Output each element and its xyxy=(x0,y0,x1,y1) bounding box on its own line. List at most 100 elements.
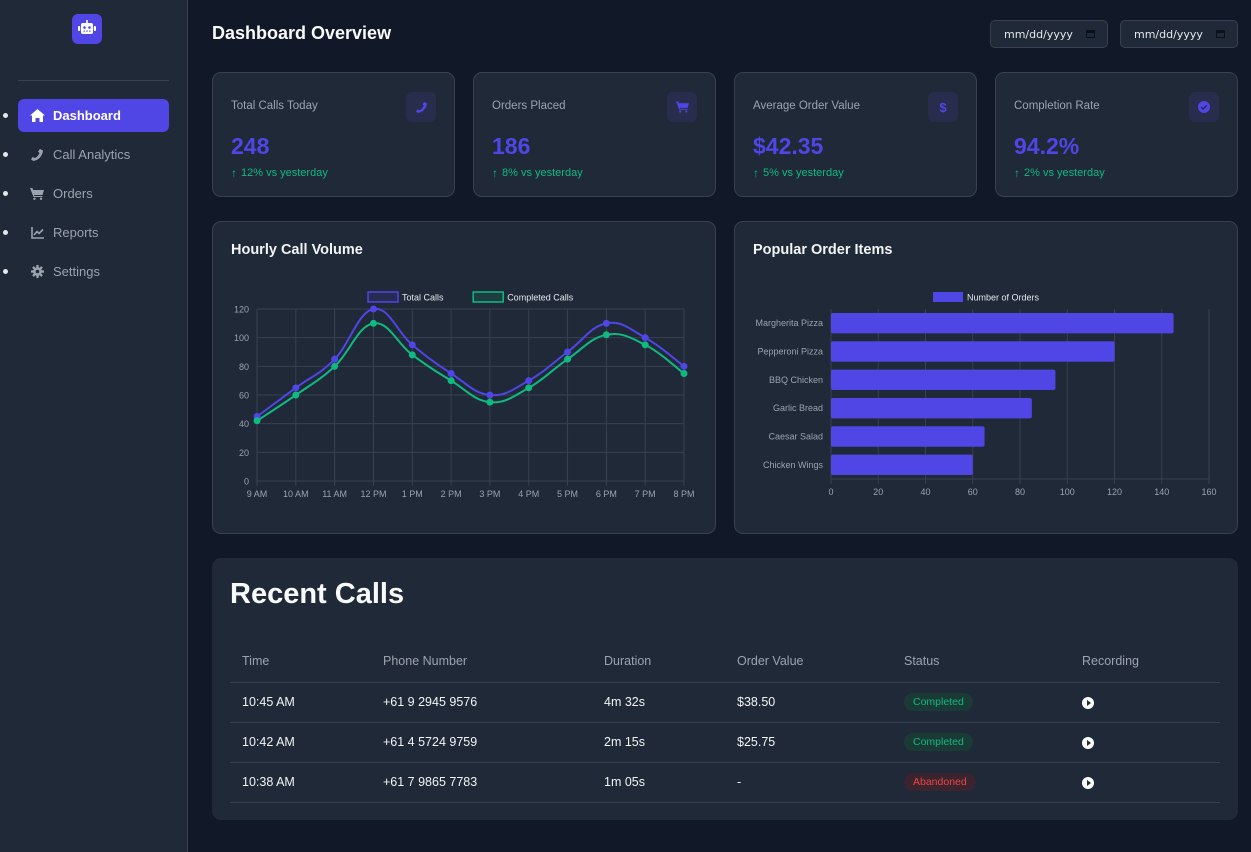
data-point xyxy=(564,348,572,356)
stat-change: ↑ 2% vs yesterday xyxy=(1014,166,1105,180)
calendar-icon[interactable] xyxy=(1216,30,1225,38)
legend-swatch xyxy=(933,292,963,302)
recent-calls-title: Recent Calls xyxy=(230,578,405,610)
cell-status: Completed xyxy=(892,722,1070,763)
stat-card-average-order-value: Average Order Value $ $42.35 ↑ 5% vs yes… xyxy=(734,72,977,197)
sidebar-item-label: Settings xyxy=(53,264,100,279)
sidebar-item-dashboard: Dashboard xyxy=(0,99,188,132)
gear-icon xyxy=(29,264,45,280)
cell-order-value: $38.50 xyxy=(725,682,892,723)
series-line xyxy=(256,307,685,418)
y-tick-label: 0 xyxy=(244,477,249,487)
table-row: 10:42 AM +61 4 5724 9759 2m 15s $25.75 C… xyxy=(230,722,1220,763)
sidebar-link-reports[interactable]: Reports xyxy=(18,216,169,249)
list-bullet xyxy=(3,191,8,196)
calendar-icon[interactable] xyxy=(1086,30,1095,38)
sidebar-item-orders: Orders xyxy=(0,177,188,210)
data-point xyxy=(408,351,416,359)
data-point xyxy=(641,341,649,349)
x-tick-label: 80 xyxy=(1015,487,1025,497)
stat-label: Total Calls Today xyxy=(231,100,318,112)
stat-change-text: 5% vs yesterday xyxy=(763,167,844,179)
stat-value: 248 xyxy=(231,133,270,159)
cell-recording xyxy=(1070,722,1220,763)
play-icon[interactable] xyxy=(1082,777,1094,789)
x-tick-label: 40 xyxy=(920,487,930,497)
column-header-status: Status xyxy=(892,641,1070,683)
data-point xyxy=(447,377,455,385)
y-tick-label: Garlic Bread xyxy=(773,403,823,413)
x-tick-label: 10 AM xyxy=(283,489,309,499)
sidebar-item-label: Reports xyxy=(53,225,99,240)
y-tick-label: Margherita Pizza xyxy=(755,318,823,328)
date-to-placeholder: mm/dd/yyyy xyxy=(1134,27,1203,41)
bar xyxy=(831,426,985,447)
data-point xyxy=(525,384,533,392)
data-point xyxy=(486,391,494,399)
sidebar-link-orders[interactable]: Orders xyxy=(18,177,169,210)
bar xyxy=(831,312,1174,334)
robot-icon[interactable] xyxy=(72,14,102,44)
stat-card-orders-placed: Orders Placed 186 ↑ 8% vs yesterday xyxy=(473,72,716,197)
stat-change-text: 2% vs yesterday xyxy=(1024,167,1105,179)
x-tick-label: 7 PM xyxy=(635,489,656,499)
cell-phone: +61 4 5724 9759 xyxy=(371,722,592,763)
column-header-phone: Phone Number xyxy=(371,641,592,683)
sidebar-link-settings[interactable]: Settings xyxy=(18,255,169,288)
cart-icon xyxy=(667,92,697,122)
popular-order-items-card: Popular Order Items 0 20 40 60 80 100 120 140 16… xyxy=(734,221,1238,534)
bar xyxy=(831,369,1056,391)
sidebar-link-dashboard[interactable]: Dashboard xyxy=(18,99,169,132)
column-header-order-value: Order Value xyxy=(725,641,892,683)
y-tick-label: BBQ Chicken xyxy=(769,375,823,385)
date-to-input[interactable]: mm/dd/yyyy xyxy=(1120,20,1238,48)
sidebar-item-label: Orders xyxy=(53,186,93,201)
data-point xyxy=(602,331,610,339)
x-tick-label: 0 xyxy=(828,487,833,497)
page-title: Dashboard Overview xyxy=(212,23,392,43)
cell-time: 10:38 AM xyxy=(230,762,371,803)
cell-status: Abandoned xyxy=(892,762,1070,803)
arrow-up-icon: ↑ xyxy=(753,166,759,180)
play-icon[interactable] xyxy=(1082,737,1094,749)
stat-value: $42.35 xyxy=(753,133,824,159)
stat-value: 94.2% xyxy=(1014,133,1080,159)
x-tick-label: 160 xyxy=(1201,487,1216,497)
sidebar-item-reports: Reports xyxy=(0,216,188,249)
data-point xyxy=(292,391,300,399)
cell-duration: 2m 15s xyxy=(592,722,725,763)
status-badge: Completed xyxy=(904,733,973,751)
y-tick-label: 120 xyxy=(234,305,249,315)
sidebar-nav: Dashboard Call Analytics Orders Reports … xyxy=(0,99,188,294)
x-tick-label: 2 PM xyxy=(441,489,462,499)
legend-swatch xyxy=(472,291,504,303)
cell-recording xyxy=(1070,682,1220,723)
play-icon[interactable] xyxy=(1082,697,1094,709)
data-point xyxy=(680,370,688,377)
bar xyxy=(831,454,973,476)
x-tick-label: 60 xyxy=(968,487,978,497)
x-tick-label: 6 PM xyxy=(596,489,617,499)
stat-label: Orders Placed xyxy=(492,100,566,112)
y-tick-label: Caesar Salad xyxy=(768,432,823,442)
sidebar-link-call-analytics[interactable]: Call Analytics xyxy=(18,138,169,171)
recent-calls-table: Time Phone Number Duration Order Value S… xyxy=(230,641,1220,803)
sidebar-item-call-analytics: Call Analytics xyxy=(0,138,188,171)
x-tick-label: 5 PM xyxy=(557,489,578,499)
line-chart: 0 20 40 60 80 100 120 9 AM 10 AM 11 AM 12 PM 1 PM 2 … xyxy=(234,291,695,499)
legend-label: Total Calls xyxy=(402,293,444,303)
list-bullet xyxy=(3,230,8,235)
stat-value: 186 xyxy=(492,133,531,159)
x-tick-label: 4 PM xyxy=(518,489,539,499)
list-bullet xyxy=(3,113,8,118)
x-tick-label: 140 xyxy=(1154,487,1169,497)
stat-label: Average Order Value xyxy=(753,100,860,112)
y-tick-label: 100 xyxy=(234,333,249,343)
cell-duration: 4m 32s xyxy=(592,682,725,723)
column-header-time: Time xyxy=(230,641,371,683)
phone-icon xyxy=(406,92,436,122)
sidebar-divider xyxy=(18,80,169,81)
date-from-input[interactable]: mm/dd/yyyy xyxy=(990,20,1108,48)
check-circle-icon xyxy=(1189,92,1219,122)
cell-phone: +61 7 9865 7783 xyxy=(371,762,592,803)
